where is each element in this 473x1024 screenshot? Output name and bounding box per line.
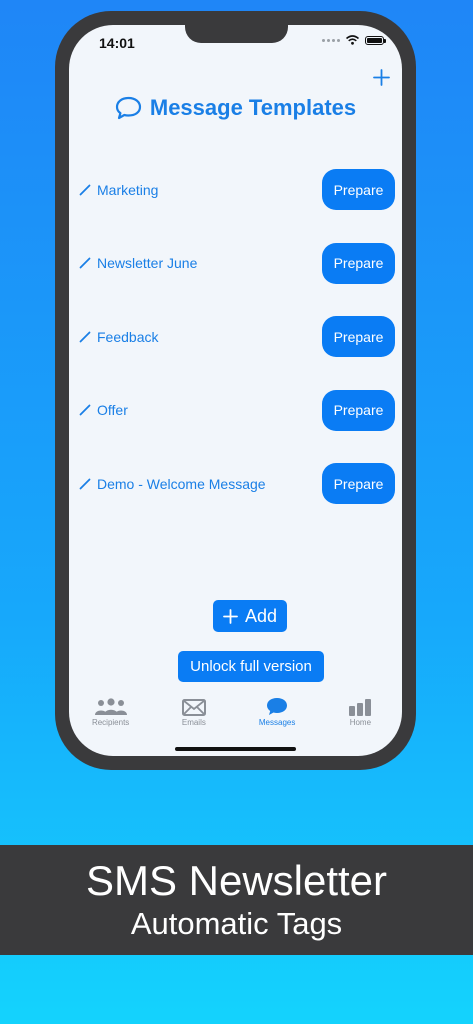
prepare-button[interactable]: Prepare (322, 242, 395, 284)
list-item: Newsletter June Prepare (69, 227, 402, 301)
template-name: Demo - Welcome Message (97, 475, 266, 492)
promo-banner: SMS Newsletter Automatic Tags (0, 845, 473, 955)
pencil-icon (79, 478, 91, 490)
page-title: Message Templates (149, 95, 357, 120)
edit-template-link[interactable]: Marketing (79, 182, 158, 198)
prepare-button[interactable]: Prepare (322, 169, 395, 211)
tab-label: Home (349, 718, 372, 727)
phone-frame: 14:01 Message Templates Marketing Prepar… (55, 11, 416, 770)
prepare-button[interactable]: Prepare (322, 463, 395, 505)
template-name: Offer (97, 402, 128, 419)
wifi-icon (346, 35, 359, 45)
add-template-button[interactable] (373, 67, 390, 91)
pencil-icon (79, 257, 91, 269)
tab-label: Emails (181, 718, 206, 727)
list-item: Demo - Welcome Message Prepare (69, 447, 402, 521)
add-button-label: Add (244, 605, 278, 626)
pencil-icon (79, 184, 91, 196)
edit-template-link[interactable]: Feedback (79, 329, 158, 345)
template-name: Feedback (97, 328, 159, 345)
speech-bubble-icon (267, 698, 288, 715)
list-item: Offer Prepare (69, 374, 402, 448)
pencil-icon (79, 404, 91, 416)
bar-chart-icon (349, 699, 372, 716)
battery-icon (365, 35, 386, 45)
status-icons (322, 35, 386, 45)
list-item: Feedback Prepare (69, 300, 402, 374)
tab-label: Recipients (91, 718, 130, 727)
notch (185, 25, 288, 43)
speech-bubble-icon (115, 96, 141, 120)
tab-messages[interactable]: Messages (236, 694, 319, 734)
page-header: Message Templates (69, 95, 402, 121)
banner-title: SMS Newsletter (85, 857, 388, 904)
people-icon (94, 698, 127, 715)
tab-home[interactable]: Home (319, 694, 402, 734)
signal-icon (322, 38, 340, 42)
home-indicator (175, 747, 296, 751)
envelope-icon (181, 699, 206, 716)
add-button[interactable]: Add (213, 600, 287, 632)
tab-emails[interactable]: Emails (152, 694, 235, 734)
banner-subtitle: Automatic Tags (130, 906, 343, 941)
tab-label: Messages (258, 718, 296, 727)
list-item: Marketing Prepare (69, 153, 402, 227)
edit-template-link[interactable]: Offer (79, 402, 128, 418)
template-name: Newsletter June (97, 255, 198, 272)
tab-bar: Recipients Emails Messages Home (69, 694, 402, 734)
unlock-full-version-button[interactable]: Unlock full version (178, 651, 324, 682)
prepare-button[interactable]: Prepare (322, 316, 395, 358)
tab-recipients[interactable]: Recipients (69, 694, 152, 734)
edit-template-link[interactable]: Newsletter June (79, 255, 197, 271)
app-screen: 14:01 Message Templates Marketing Prepar… (69, 25, 402, 756)
status-time: 14:01 (99, 35, 135, 51)
template-list: Marketing Prepare Newsletter June Prepar… (69, 153, 402, 521)
template-name: Marketing (97, 181, 159, 198)
edit-template-link[interactable]: Demo - Welcome Message (79, 476, 266, 492)
pencil-icon (79, 331, 91, 343)
plus-icon (223, 608, 238, 624)
prepare-button[interactable]: Prepare (322, 389, 395, 431)
plus-icon (373, 69, 390, 86)
